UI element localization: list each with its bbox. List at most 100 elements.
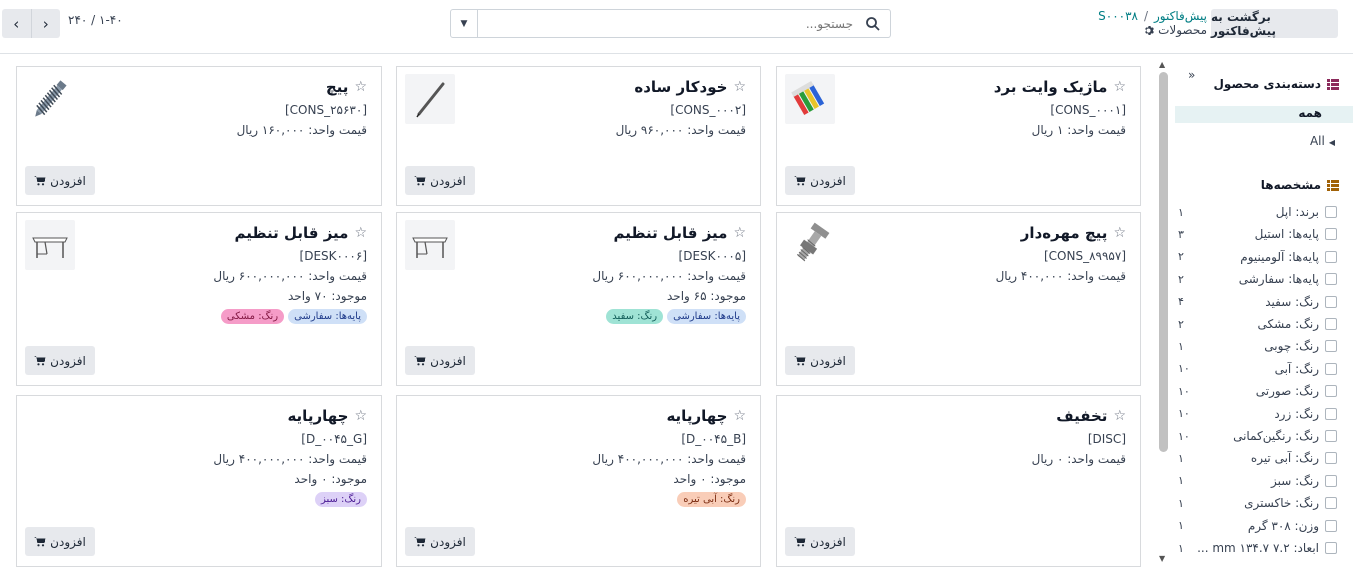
product-image [405, 220, 455, 270]
attribute-filter-item[interactable]: رنگ: آبی ۱۰ [1178, 359, 1337, 379]
scrollbar[interactable]: ▲ ▼ [1157, 56, 1170, 565]
filter-label: رنگ: چوبی [1264, 339, 1319, 354]
filter-label: ابعاد: ۷.۲ mm ۱۳۴.۷ ... [1197, 541, 1319, 555]
add-button[interactable]: افزودن [405, 346, 475, 375]
attribute-filter-item[interactable]: ابعاد: ۷.۲ mm ۱۳۴.۷ ... ۱ [1178, 538, 1337, 558]
attribute-filter-item[interactable]: رنگ: خاکستری ۱ [1178, 493, 1337, 513]
attribute-filter-item[interactable]: رنگ: آبی تیره ۱ [1178, 448, 1337, 468]
add-button-label: افزودن [50, 353, 86, 368]
star-icon[interactable]: ☆ [733, 225, 746, 241]
filter-checkbox[interactable] [1325, 295, 1337, 308]
filter-checkbox[interactable] [1325, 430, 1337, 442]
pager-next-button[interactable]: › [32, 9, 61, 38]
add-button[interactable]: افزودن [25, 166, 95, 195]
add-button[interactable]: افزودن [785, 527, 855, 556]
product-card[interactable]: ☆ میز قابل تنظیم [DESK۰۰۰۵] قیمت واحد: ۶۰۰,… [396, 212, 761, 386]
attribute-filter-item[interactable]: رنگ: رنگین‌کمانی ۱۰ [1178, 426, 1337, 446]
back-to-quotation-button[interactable]: برگشت به پیش‌فاکتور [1211, 9, 1338, 38]
breadcrumb-current[interactable]: S۰۰۰۳۸ [1098, 9, 1138, 23]
product-name-row: ☆ تخفیف [1056, 407, 1126, 425]
attribute-filter-item[interactable]: رنگ: صورتی ۱۰ [1178, 381, 1337, 401]
category-section-header: دسته‌بندی محصول [1214, 77, 1339, 91]
filter-checkbox[interactable] [1325, 340, 1337, 353]
attribute-filter-item[interactable]: پایه‌ها: آلومینیوم ۲ [1178, 247, 1337, 267]
add-button[interactable]: افزودن [785, 346, 855, 375]
filter-checkbox[interactable] [1325, 273, 1337, 286]
cart-icon [34, 537, 46, 547]
filter-checkbox[interactable] [1325, 385, 1337, 398]
pager-previous-button[interactable]: ‹ [2, 9, 32, 38]
product-card[interactable]: ☆ خودکار ساده [CONS_۰۰۰۲] قیمت واحد: ۹۶۰,۰۰… [396, 66, 761, 206]
search-icon[interactable] [865, 16, 881, 32]
star-icon[interactable]: ☆ [354, 225, 367, 241]
filter-checkbox[interactable] [1325, 318, 1337, 330]
filter-checkbox[interactable] [1325, 250, 1337, 263]
filter-label: پایه‌ها: سفارشی [1238, 272, 1319, 287]
category-item-all-selected[interactable]: همه [1175, 106, 1353, 123]
filter-checkbox[interactable] [1325, 206, 1337, 218]
add-button-label: افزودن [430, 534, 466, 549]
add-button[interactable]: افزودن [25, 346, 95, 375]
add-button[interactable]: افزودن [405, 527, 475, 556]
star-icon[interactable]: ☆ [1113, 79, 1126, 95]
add-button[interactable]: افزودن [405, 166, 475, 195]
product-card[interactable]: ☆ ماژیک وایت برد [CONS_۰۰۰۱] قیمت واحد: ۱ ر… [776, 66, 1141, 206]
breadcrumb-separator: / [1143, 9, 1149, 23]
search-input[interactable] [479, 10, 859, 37]
filter-checkbox[interactable] [1325, 474, 1337, 487]
scroll-up-arrow-icon[interactable]: ▲ [1159, 60, 1165, 69]
product-image [25, 74, 75, 124]
product-price: قیمت واحد: ۱۶۰,۰۰۰ ریال [236, 123, 367, 137]
product-card[interactable]: ☆ پیچ [CONS_۲۵۶۳۰] قیمت واحد: ۱۶۰,۰۰۰ ریال ا… [16, 66, 382, 206]
product-name: میز قابل تنظیم [234, 224, 349, 242]
cart-icon [414, 356, 426, 366]
add-button-label: افزودن [810, 534, 846, 549]
filter-checkbox[interactable] [1325, 519, 1337, 532]
filter-checkbox[interactable] [1325, 228, 1337, 241]
product-stock: موجود: ۰ واحد [673, 472, 746, 486]
product-code: [DESK۰۰۰۶] [299, 249, 367, 263]
filter-checkbox[interactable] [1325, 452, 1337, 465]
filter-checkbox[interactable] [1325, 497, 1337, 510]
product-card[interactable]: ☆ چهارپایه [D_۰۰۴۵_G] قیمت واحد: ۴۰۰,۰۰۰,۰۰… [16, 395, 382, 567]
search-bar: ▼ [450, 9, 891, 38]
pager-value[interactable]: ۱-۴۰ / ۲۴۰ [68, 13, 123, 27]
attribute-filter-item[interactable]: برند: اپل ۱ [1178, 202, 1337, 222]
filter-count: ۱۰ [1178, 407, 1190, 421]
star-icon[interactable]: ☆ [1113, 225, 1126, 241]
scrollbar-thumb[interactable] [1159, 72, 1168, 452]
product-price: قیمت واحد: ۰ ریال [1031, 452, 1126, 466]
attribute-filter-item[interactable]: رنگ: چوبی ۱ [1178, 336, 1337, 356]
filter-checkbox[interactable] [1325, 407, 1337, 420]
attribute-filter-item[interactable]: پایه‌ها: استیل ۳ [1178, 224, 1337, 244]
product-tags: پایه‌ها: سفارشی رنگ: سفید [606, 309, 746, 324]
attribute-filter-item[interactable]: پایه‌ها: سفارشی ۲ [1178, 269, 1337, 289]
pager-buttons: ‹ › [2, 9, 60, 38]
add-button[interactable]: افزودن [785, 166, 855, 195]
star-icon[interactable]: ☆ [354, 408, 367, 424]
attribute-filter-item[interactable]: رنگ: مشکی ۲ [1178, 314, 1337, 334]
product-card[interactable]: ☆ میز قابل تنظیم [DESK۰۰۰۶] قیمت واحد: ۶۰۰,… [16, 212, 382, 386]
filter-checkbox[interactable] [1325, 362, 1337, 375]
star-icon[interactable]: ☆ [1113, 408, 1126, 424]
product-card[interactable]: ☆ تخفیف [DISC] قیمت واحد: ۰ ریال افزودن [776, 395, 1141, 567]
breadcrumb-parent-link[interactable]: پیش‌فاکتور [1154, 9, 1207, 23]
filter-checkbox[interactable] [1325, 542, 1337, 554]
category-item-all[interactable]: ◀All [1310, 134, 1335, 148]
star-icon[interactable]: ☆ [733, 79, 746, 95]
search-options-toggle[interactable]: ▼ [451, 10, 478, 37]
product-card[interactable]: ☆ پیچ مهره‌دار [CONS_۸۹۹۵۷] قیمت واحد: ۴۰۰,… [776, 212, 1141, 386]
collapse-panel-icon[interactable]: « [1188, 68, 1195, 82]
attribute-filter-item[interactable]: وزن: ۳۰۸ گرم ۱ [1178, 516, 1337, 536]
attribute-filter-item[interactable]: رنگ: سبز ۱ [1178, 471, 1337, 491]
scroll-down-arrow-icon[interactable]: ▼ [1159, 554, 1165, 563]
star-icon[interactable]: ☆ [354, 79, 367, 95]
cart-icon [794, 176, 806, 186]
attribute-filter-item[interactable]: رنگ: سفید ۴ [1178, 292, 1337, 312]
gear-icon[interactable] [1143, 25, 1155, 36]
add-button[interactable]: افزودن [25, 527, 95, 556]
product-card[interactable]: ☆ چهارپایه [D_۰۰۴۵_B] قیمت واحد: ۴۰۰,۰۰۰,۰۰… [396, 395, 761, 567]
star-icon[interactable]: ☆ [733, 408, 746, 424]
attribute-filter-item[interactable]: رنگ: زرد ۱۰ [1178, 404, 1337, 424]
filter-label: رنگ: آبی [1274, 361, 1319, 376]
